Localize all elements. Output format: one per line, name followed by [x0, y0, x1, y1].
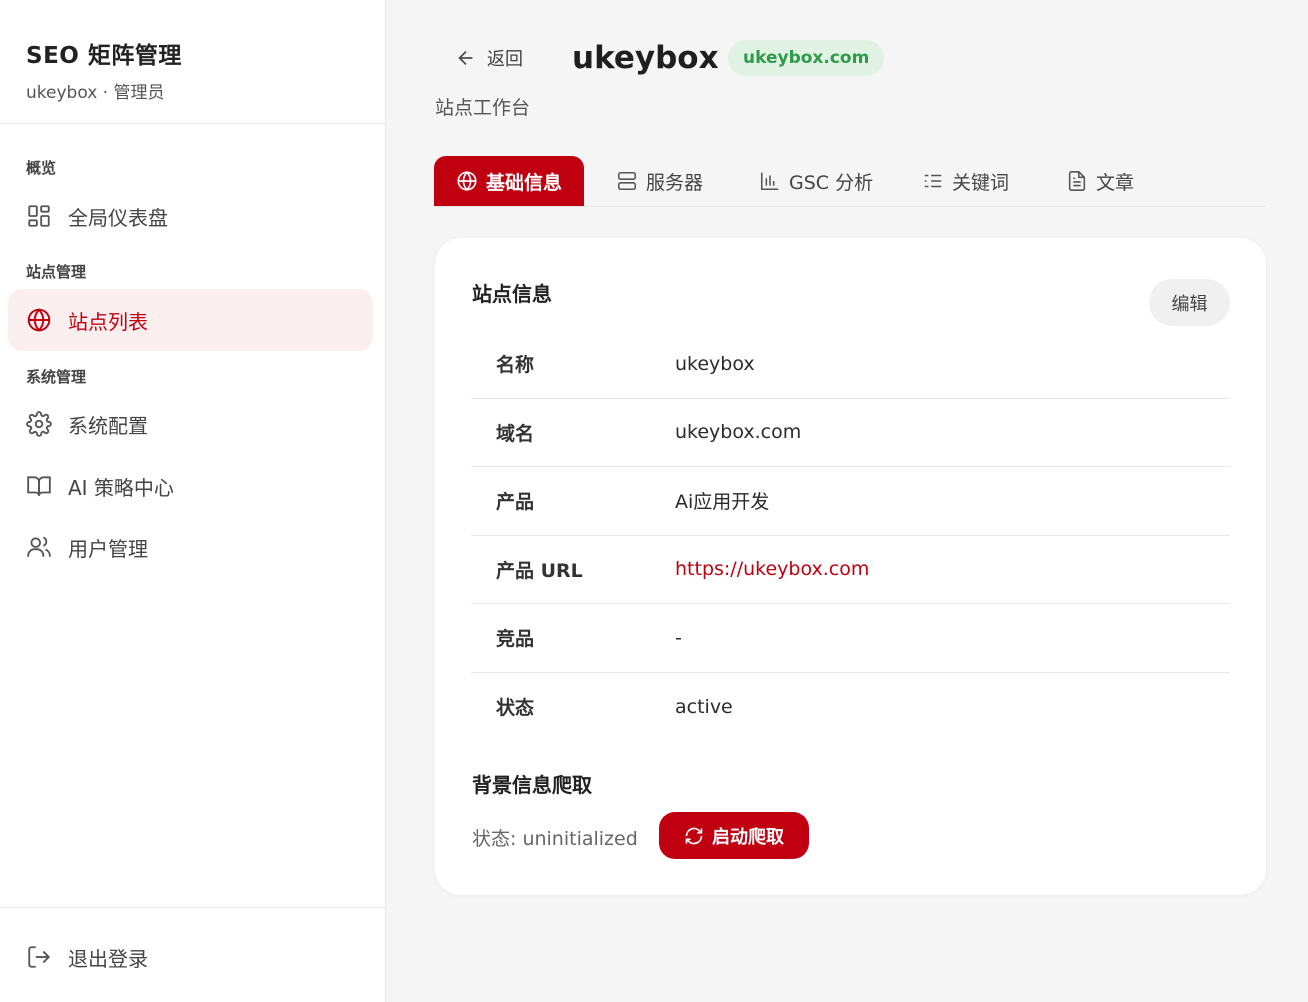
info-row-competitors: 竞品 - [471, 604, 1230, 673]
info-value: active [675, 695, 733, 718]
info-key: 产品 URL [496, 559, 583, 582]
domain-badge: ukeybox.com [728, 40, 885, 76]
logout-icon [26, 944, 52, 970]
site-info-card: 站点信息 编辑 名称 ukeybox 域名 ukeybox.com 产品 Ai应… [435, 238, 1266, 895]
tab-label: 服务器 [646, 171, 704, 194]
page-title: ukeybox [572, 40, 719, 76]
start-crawl-label: 启动爬取 [712, 826, 784, 848]
bar-chart-icon [760, 172, 779, 191]
server-icon [617, 171, 637, 191]
back-label: 返回 [487, 49, 523, 70]
site-info-title: 站点信息 [472, 282, 552, 306]
info-key: 竞品 [496, 628, 535, 651]
sidebar-item-site-list[interactable]: 站点列表 [8, 289, 373, 351]
info-key: 状态 [496, 697, 535, 720]
tab-label: 文章 [1096, 171, 1135, 194]
info-row-status: 状态 active [471, 673, 1230, 742]
group-label-system-management: 系统管理 [26, 368, 87, 386]
logout-button[interactable]: 退出登录 [8, 926, 373, 988]
sidebar-item-label: 全局仪表盘 [68, 205, 168, 230]
group-label-site-management: 站点管理 [26, 263, 87, 281]
info-key: 名称 [496, 354, 535, 377]
sidebar-item-label: 站点列表 [68, 309, 148, 334]
brand-title: SEO 矩阵管理 [26, 43, 182, 69]
book-icon [26, 473, 52, 499]
sidebar-item-label: AI 策略中心 [68, 475, 174, 500]
info-row-product: 产品 Ai应用开发 [471, 467, 1230, 536]
group-label-overview: 概览 [26, 159, 57, 177]
file-text-icon [1068, 171, 1086, 191]
tab-label: 关键词 [952, 171, 1010, 194]
tab-gsc-analysis[interactable]: GSC 分析 [759, 156, 873, 206]
brand-subtitle: ukeybox · 管理员 [26, 83, 165, 103]
sidebar-item-label: 系统配置 [68, 413, 148, 438]
dashboard-icon [26, 203, 52, 229]
info-key: 产品 [496, 491, 535, 514]
site-info-table: 名称 ukeybox 域名 ukeybox.com 产品 Ai应用开发 产品 U… [471, 330, 1230, 741]
tab-server[interactable]: 服务器 [616, 156, 703, 206]
info-row-product-url: 产品 URL https://ukeybox.com [471, 536, 1230, 604]
list-icon [924, 174, 942, 188]
crawl-section-title: 背景信息爬取 [472, 773, 592, 797]
sidebar: SEO 矩阵管理 ukeybox · 管理员 概览 全局仪表盘 站点管理 站点列… [0, 0, 386, 1002]
arrow-left-icon [458, 50, 473, 66]
globe-icon [457, 171, 477, 191]
start-crawl-button[interactable]: 启动爬取 [659, 812, 809, 859]
gear-icon [26, 411, 52, 437]
tab-articles[interactable]: 文章 [1066, 156, 1134, 206]
crawl-status: 状态: uninitialized [472, 828, 638, 850]
back-button[interactable]: 返回 [455, 45, 523, 71]
tab-bar: 基础信息 服务器 GSC 分析 关键词 文章 [434, 156, 1266, 207]
sidebar-item-ai-strategy[interactable]: AI 策略中心 [8, 455, 373, 517]
tab-keywords[interactable]: 关键词 [922, 156, 1009, 206]
info-key: 域名 [496, 422, 535, 445]
info-row-domain: 域名 ukeybox.com [471, 399, 1230, 467]
tab-label: 基础信息 [486, 171, 563, 194]
tab-basic-info[interactable]: 基础信息 [434, 156, 585, 206]
sidebar-divider [0, 907, 385, 908]
refresh-icon [685, 827, 703, 844]
edit-button[interactable]: 编辑 [1149, 279, 1230, 326]
brand: SEO 矩阵管理 ukeybox · 管理员 [26, 36, 182, 103]
info-row-name: 名称 ukeybox [471, 330, 1230, 399]
sidebar-divider [0, 123, 385, 124]
info-value: ukeybox [675, 352, 755, 375]
page-subtitle: 站点工作台 [435, 97, 531, 119]
info-value: Ai应用开发 [675, 491, 770, 514]
logout-label: 退出登录 [68, 946, 148, 971]
sidebar-item-dashboard[interactable]: 全局仪表盘 [8, 185, 373, 247]
sidebar-item-user-management[interactable]: 用户管理 [8, 516, 373, 578]
globe-icon [26, 307, 52, 333]
info-value: ukeybox.com [675, 421, 802, 444]
users-icon [26, 534, 52, 560]
sidebar-item-system-config[interactable]: 系统配置 [8, 393, 373, 455]
info-value: - [675, 626, 682, 649]
tab-label: GSC 分析 [789, 171, 874, 194]
product-url-link[interactable]: https://ukeybox.com [675, 558, 869, 580]
sidebar-item-label: 用户管理 [68, 536, 148, 561]
